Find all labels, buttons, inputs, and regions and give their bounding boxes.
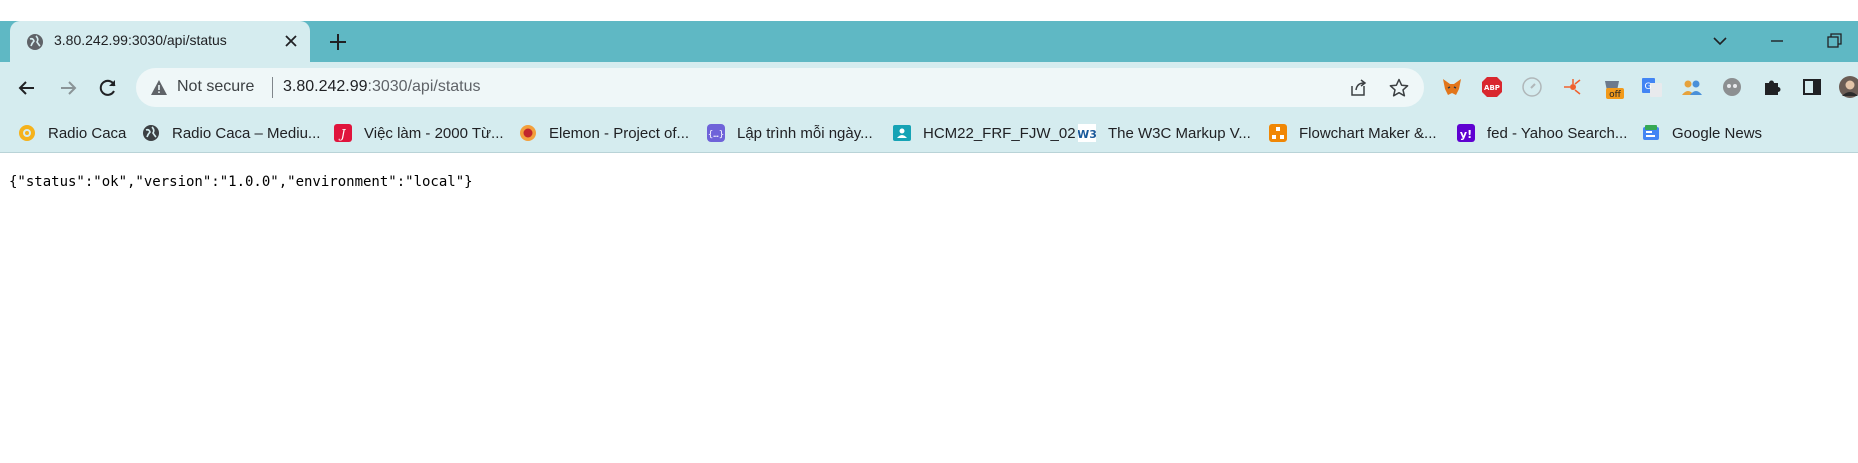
bookmark-label: Flowchart Maker &...	[1299, 124, 1437, 142]
yahoo-icon: y!	[1457, 124, 1475, 142]
globe-icon	[142, 124, 160, 142]
json-response-text: {"status":"ok","version":"1.0.0","enviro…	[9, 174, 473, 190]
reload-icon[interactable]	[95, 75, 121, 101]
address-bar[interactable]: Not secure 3.80.242.99:3030/api/status	[136, 68, 1424, 107]
compass-icon[interactable]	[1520, 75, 1544, 99]
page-content: {"status":"ok","version":"1.0.0","enviro…	[0, 153, 1858, 463]
puzzle-icon[interactable]	[1760, 75, 1784, 99]
bookmark-label: Elemon - Project of...	[549, 124, 690, 142]
flowchart-icon	[1269, 124, 1287, 142]
bookmark-label: Lập trình mỗi ngày...	[737, 124, 873, 142]
bookmark-label: fed - Yahoo Search...	[1487, 124, 1628, 142]
bookmark-flowchart[interactable]: Flowchart Maker &...	[1269, 122, 1437, 144]
url-path: :3030/api/status	[367, 78, 481, 95]
classroom-icon	[893, 124, 911, 142]
network-icon[interactable]	[1560, 75, 1584, 99]
elemon-icon	[519, 124, 537, 142]
bookmark-label: Radio Caca – Mediu...	[172, 124, 321, 142]
profile-avatar[interactable]	[1838, 75, 1858, 99]
bookmark-elemon[interactable]: Elemon - Project of...	[519, 122, 689, 144]
code-icon: {…}	[707, 124, 725, 142]
close-tab-icon[interactable]	[280, 30, 302, 52]
adblock-plus-icon[interactable]: ABP	[1480, 75, 1504, 99]
radio-caca-icon	[18, 124, 36, 142]
bookmark-radio-caca-medium[interactable]: Radio Caca – Mediu...	[142, 122, 320, 144]
svg-text:{…}: {…}	[708, 130, 724, 140]
bookmark-label: Việc làm - 2000 Từ...	[364, 124, 504, 142]
tab-title: 3.80.242.99:3030/api/status	[54, 32, 227, 48]
google-news-icon	[1642, 124, 1660, 142]
tab-active[interactable]: 3.80.242.99:3030/api/status	[10, 21, 310, 62]
security-label[interactable]: Not secure	[177, 78, 254, 96]
bookmark-label: HCM22_FRF_FJW_02	[923, 124, 1076, 142]
tab-bar: 3.80.242.99:3030/api/status	[0, 21, 1858, 62]
svg-text:G: G	[1645, 82, 1652, 92]
bookmark-radio-caca[interactable]: Radio Caca	[18, 122, 126, 144]
minimize-icon[interactable]	[1764, 29, 1790, 53]
bookmark-viec-lam[interactable]: J Việc làm - 2000 Từ...	[334, 122, 504, 144]
jobs-icon: J	[334, 124, 352, 142]
share-icon[interactable]	[1348, 77, 1370, 99]
back-arrow-icon[interactable]	[14, 75, 40, 101]
bookmark-w3c[interactable]: W3 The W3C Markup V...	[1078, 122, 1251, 144]
forward-arrow-icon[interactable]	[55, 75, 81, 101]
svg-text:W3: W3	[1078, 128, 1096, 141]
side-panel-icon[interactable]	[1800, 75, 1824, 99]
url-host: 3.80.242.99	[283, 78, 368, 95]
address-divider	[272, 77, 273, 98]
url-text[interactable]: 3.80.242.99:3030/api/status	[283, 78, 481, 96]
bookmark-lap-trinh[interactable]: {…} Lập trình mỗi ngày...	[707, 122, 873, 144]
svg-text:ABP: ABP	[1484, 84, 1500, 92]
bookmark-google-news[interactable]: Google News	[1642, 122, 1762, 144]
globe-icon	[26, 33, 44, 51]
bookmark-hcm22[interactable]: HCM22_FRF_FJW_02	[893, 122, 1076, 144]
bookmark-label: Radio Caca	[48, 124, 127, 142]
people-icon[interactable]	[1680, 75, 1704, 99]
bookmark-yahoo[interactable]: y! fed - Yahoo Search...	[1457, 122, 1627, 144]
tab-search-chevron-icon[interactable]	[1707, 29, 1733, 53]
extension-off-icon[interactable]: off	[1600, 75, 1624, 99]
bookmark-star-icon[interactable]	[1388, 77, 1410, 99]
warning-triangle-icon[interactable]	[150, 79, 168, 96]
bookmark-label: Google News	[1672, 124, 1763, 142]
window-top-edge	[0, 0, 1858, 21]
restore-icon[interactable]	[1821, 29, 1847, 53]
browser-toolbar: Not secure 3.80.242.99:3030/api/status A…	[0, 62, 1858, 113]
robot-icon[interactable]	[1720, 75, 1744, 99]
google-translate-icon[interactable]: G	[1640, 75, 1664, 99]
new-tab-plus-icon[interactable]	[325, 29, 351, 55]
extension-badge: off	[1609, 90, 1622, 99]
svg-text:y!: y!	[1460, 128, 1472, 141]
w3c-icon: W3	[1078, 124, 1096, 142]
bookmark-label: The W3C Markup V...	[1108, 124, 1251, 142]
bookmarks-bar: Radio Caca Radio Caca – Mediu... J Việc …	[0, 113, 1858, 153]
metamask-icon[interactable]	[1440, 75, 1464, 99]
